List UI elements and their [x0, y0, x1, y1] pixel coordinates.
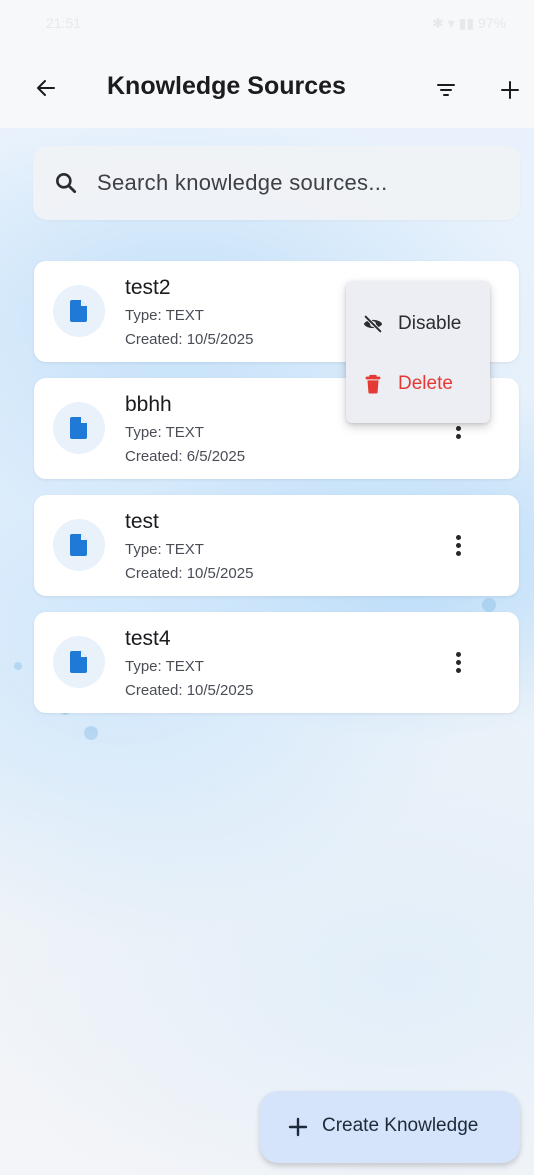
more-vert-icon	[455, 667, 461, 673]
fab-label: Create Knowledge	[322, 1115, 479, 1136]
card-title: bbhh	[125, 393, 172, 416]
decorative-bubble	[482, 598, 496, 612]
trash-icon	[365, 374, 381, 394]
add-button[interactable]	[494, 74, 526, 106]
card-type: Type: TEXT	[125, 307, 204, 324]
more-vert-icon	[455, 659, 461, 665]
document-avatar	[53, 402, 105, 454]
status-bar: 21:51 ✱ ▾ ▮▮ 97%	[0, 0, 534, 48]
menu-item-label: Delete	[398, 373, 453, 394]
knowledge-card[interactable]: test4 Type: TEXT Created: 10/5/2025	[34, 612, 519, 713]
menu-item-disable[interactable]: Disable	[346, 298, 490, 350]
card-title: test	[125, 510, 159, 533]
plus-icon	[501, 81, 519, 99]
more-vert-icon	[455, 534, 461, 540]
more-vert-icon	[455, 651, 461, 657]
status-time: 21:51	[46, 15, 82, 31]
card-created-date: Created: 10/5/2025	[125, 331, 254, 348]
card-created-date: Created: 10/5/2025	[125, 565, 254, 582]
app-bar: Knowledge Sources	[0, 48, 534, 128]
knowledge-card[interactable]: test Type: TEXT Created: 10/5/2025	[34, 495, 519, 596]
search-bar[interactable]	[33, 146, 520, 220]
card-created-date: Created: 10/5/2025	[125, 682, 254, 699]
document-avatar	[53, 519, 105, 571]
context-menu: Disable Delete	[346, 281, 490, 423]
menu-item-delete[interactable]: Delete	[346, 358, 490, 410]
page-title: Knowledge Sources	[107, 72, 346, 100]
search-icon	[56, 173, 77, 194]
document-avatar	[53, 285, 105, 337]
arrow-left-icon	[37, 80, 55, 96]
search-input[interactable]	[97, 164, 497, 202]
more-options-button[interactable]	[446, 529, 470, 561]
card-type: Type: TEXT	[125, 658, 204, 675]
more-options-button[interactable]	[446, 646, 470, 678]
card-title: test2	[125, 276, 171, 299]
more-vert-icon	[455, 425, 461, 431]
card-type: Type: TEXT	[125, 424, 204, 441]
decorative-bubble	[14, 662, 22, 670]
card-created-date: Created: 6/5/2025	[125, 448, 246, 465]
create-knowledge-button[interactable]: Create Knowledge	[260, 1091, 520, 1163]
card-type: Type: TEXT	[125, 541, 204, 558]
document-avatar	[53, 636, 105, 688]
document-icon	[70, 300, 87, 322]
back-button[interactable]	[30, 72, 62, 104]
document-icon	[70, 417, 87, 439]
more-vert-icon	[455, 433, 461, 439]
filter-button[interactable]	[430, 74, 462, 106]
menu-item-label: Disable	[398, 313, 462, 334]
plus-icon	[288, 1117, 308, 1137]
more-vert-icon	[455, 550, 461, 556]
decorative-bubble	[84, 726, 98, 740]
eye-off-icon	[363, 314, 383, 334]
status-indicators: ✱ ▾ ▮▮ 97%	[432, 15, 506, 31]
filter-icon	[437, 84, 455, 96]
document-icon	[70, 651, 87, 673]
more-vert-icon	[455, 542, 461, 548]
document-icon	[70, 534, 87, 556]
card-title: test4	[125, 627, 171, 650]
